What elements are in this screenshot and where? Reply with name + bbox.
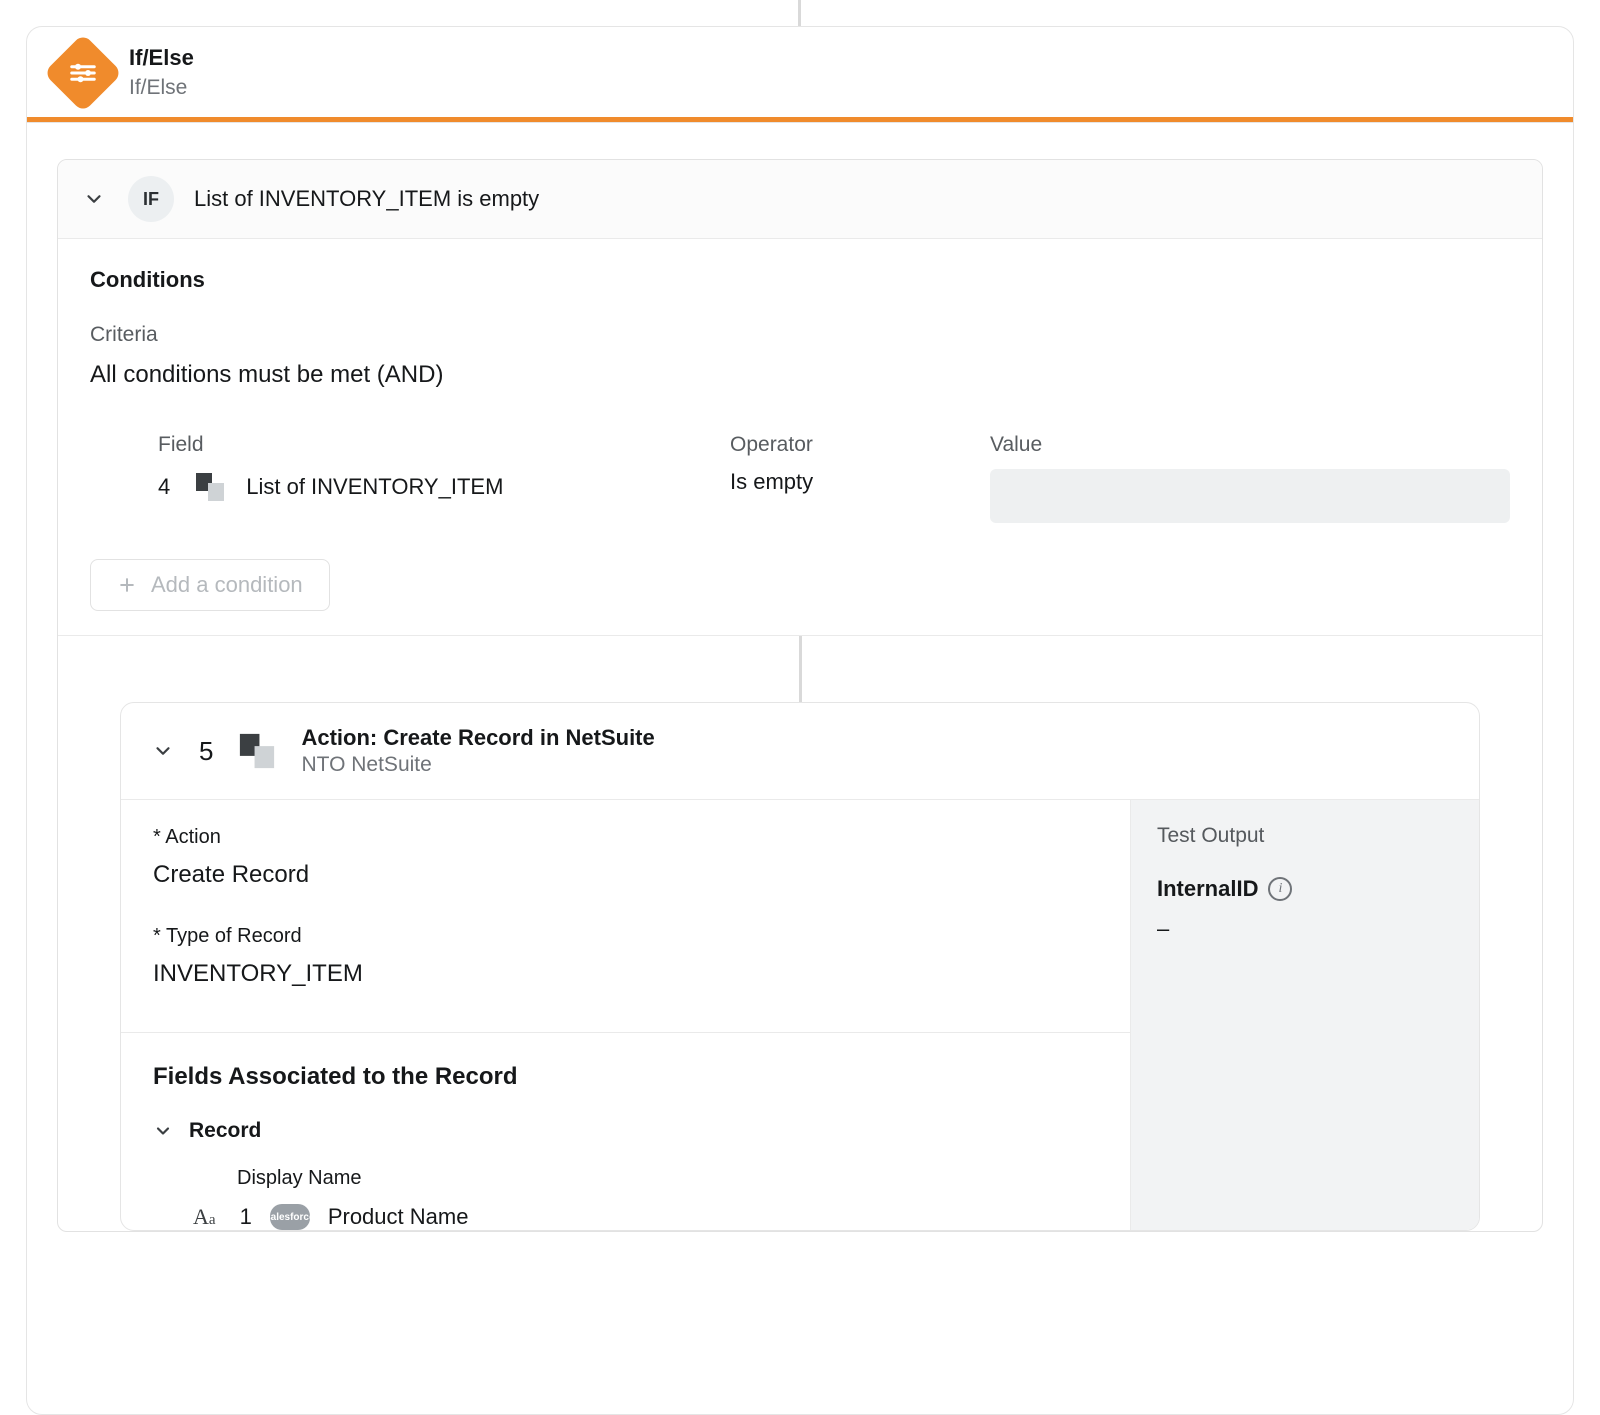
card-subtitle: If/Else: [129, 74, 194, 101]
display-name-row[interactable]: Aa 1 salesforce Product Name: [193, 1204, 1098, 1230]
condition-operator[interactable]: Is empty: [730, 469, 970, 495]
conditions-heading: Conditions: [90, 267, 1510, 293]
netsuite-icon: [192, 469, 228, 505]
card-title: If/Else: [129, 45, 194, 71]
action-body: * Action Create Record * Type of Record …: [121, 800, 1479, 1230]
col-value-label: Value: [990, 433, 1510, 457]
test-output-label: Test Output: [1157, 824, 1453, 848]
action-card: 5 Action: Create Record in NetSuite NTO …: [120, 702, 1480, 1231]
action-label: * Action: [153, 826, 1098, 849]
col-field-label: Field: [158, 433, 710, 457]
text-type-icon: Aa: [193, 1204, 216, 1230]
plus-icon: [117, 575, 137, 595]
display-name-label: Display Name: [237, 1167, 1098, 1190]
action-left: * Action Create Record * Type of Record …: [121, 800, 1131, 1230]
fields-title: Fields Associated to the Record: [153, 1063, 1098, 1091]
conditions-body: Conditions Criteria All conditions must …: [58, 239, 1542, 635]
action-subtitle: NTO NetSuite: [301, 753, 654, 777]
chevron-down-icon: [152, 740, 174, 762]
connector-top: [798, 0, 801, 26]
ifelse-header: If/Else If/Else: [27, 27, 1573, 117]
display-name-value: Product Name: [328, 1204, 469, 1230]
chevron-down-icon: [83, 188, 105, 210]
col-operator-label: Operator: [730, 433, 970, 457]
ifelse-card: If/Else If/Else IF List of INVENTORY_ITE…: [26, 26, 1574, 1415]
action-value[interactable]: Create Record: [153, 861, 1098, 889]
collapse-toggle-action[interactable]: [149, 737, 177, 765]
vertical-connector: [799, 636, 802, 702]
criteria-label: Criteria: [90, 323, 1510, 347]
type-label: * Type of Record: [153, 925, 1098, 948]
ifelse-icon: [43, 33, 122, 112]
condition-step-number: 4: [158, 474, 170, 500]
add-condition-button[interactable]: Add a condition: [90, 559, 330, 611]
criteria-text: All conditions must be met (AND): [90, 361, 1510, 389]
info-icon[interactable]: i: [1268, 877, 1292, 901]
type-value[interactable]: INVENTORY_ITEM: [153, 960, 1098, 988]
if-branch-title: List of INVENTORY_ITEM is empty: [194, 186, 539, 212]
action-step-number: 5: [199, 736, 213, 767]
conditions-panel: IF List of INVENTORY_ITEM is empty Condi…: [57, 159, 1543, 1232]
display-name-step: 1: [240, 1204, 252, 1230]
action-title: Action: Create Record in NetSuite: [301, 725, 654, 751]
internalid-label: InternalID: [1157, 876, 1258, 902]
chevron-down-icon: [153, 1121, 173, 1141]
condition-field-cell[interactable]: 4 List of INVENTORY_ITEM: [158, 469, 710, 505]
if-badge: IF: [128, 176, 174, 222]
orange-divider-cap: [27, 122, 1573, 123]
condition-value-input[interactable]: [990, 469, 1510, 523]
record-label: Record: [189, 1119, 261, 1143]
salesforce-icon: salesforce: [270, 1204, 310, 1230]
collapse-toggle-if[interactable]: [80, 185, 108, 213]
condition-field-text: List of INVENTORY_ITEM: [246, 474, 503, 500]
conditions-panel-header[interactable]: IF List of INVENTORY_ITEM is empty: [58, 160, 1542, 239]
netsuite-icon: [235, 729, 279, 773]
internalid-value: –: [1157, 916, 1453, 942]
action-header[interactable]: 5 Action: Create Record in NetSuite NTO …: [121, 703, 1479, 800]
test-output-panel: Test Output InternalID i –: [1131, 800, 1479, 1230]
add-condition-label: Add a condition: [151, 572, 303, 598]
record-row[interactable]: Record: [153, 1119, 1098, 1143]
